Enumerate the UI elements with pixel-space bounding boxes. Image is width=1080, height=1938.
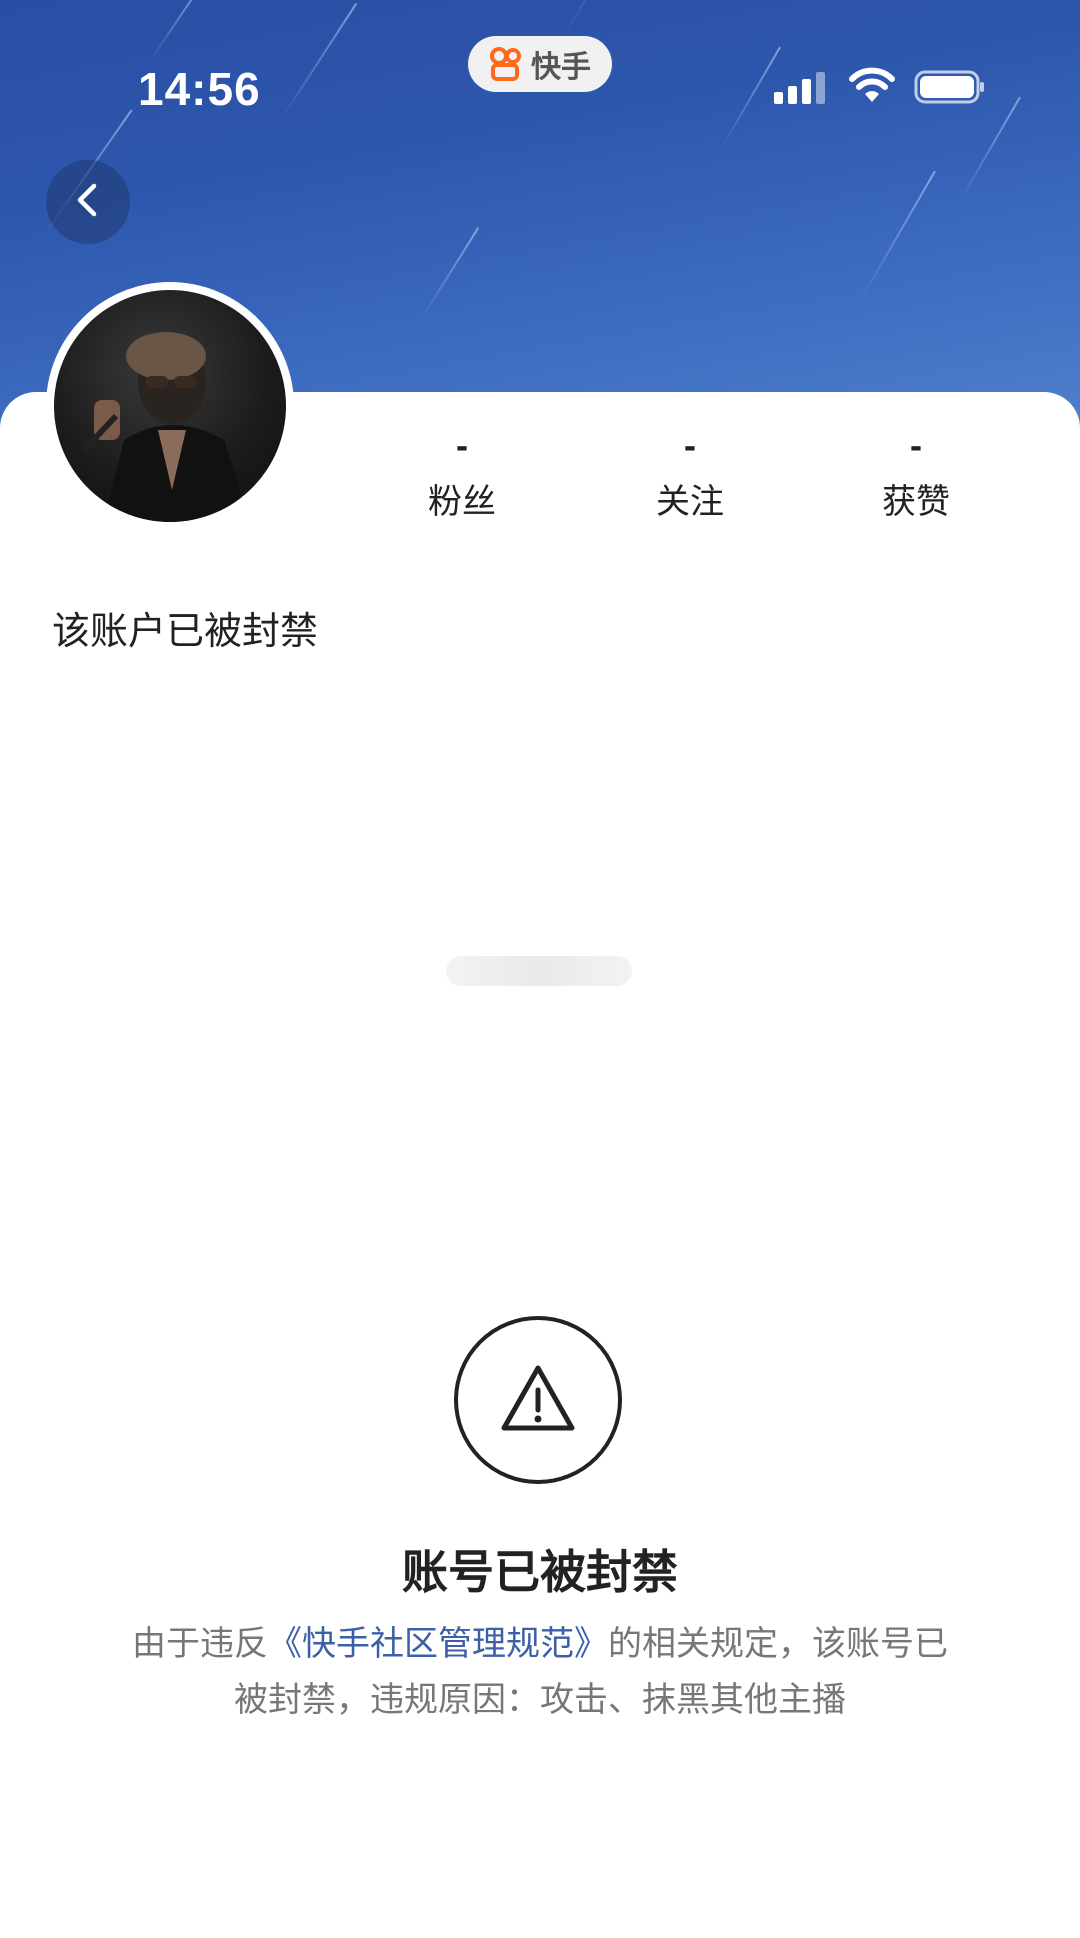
community-rules-link[interactable]: 《快手社区管理规范》 — [268, 1624, 608, 1664]
account-status-note: 该账户已被封禁 — [52, 609, 319, 653]
app-indicator-pill[interactable]: 快手 — [468, 36, 612, 92]
wifi-icon — [848, 66, 896, 108]
warning-badge — [454, 1316, 622, 1484]
chevron-left-icon — [68, 180, 108, 224]
status-time: 14:56 — [138, 63, 261, 115]
avatar[interactable] — [46, 282, 294, 530]
stat-value: - — [909, 430, 923, 465]
stat-likes[interactable]: - 获赞 — [846, 430, 986, 524]
avatar-photo — [54, 290, 286, 522]
kuaishou-logo-icon — [489, 47, 523, 81]
stat-label: 关注 — [656, 482, 724, 522]
ban-description: 由于违反《快手社区管理规范》的相关规定，该账号已被封禁，违规原因：攻击、抹黑其他… — [120, 1616, 960, 1728]
stat-value: - — [683, 430, 697, 465]
battery-icon — [914, 70, 986, 108]
ban-desc-prefix: 由于违反 — [132, 1624, 268, 1664]
back-button[interactable] — [46, 160, 130, 244]
stat-label: 粉丝 — [428, 482, 496, 522]
stat-fans[interactable]: - 粉丝 — [392, 430, 532, 524]
ban-title: 账号已被封禁 — [402, 1545, 678, 1599]
loading-placeholder — [446, 956, 632, 986]
warning-triangle-icon — [498, 1362, 578, 1438]
app-name: 快手 — [531, 50, 591, 85]
cellular-signal-icon — [774, 68, 830, 104]
stat-following[interactable]: - 关注 — [620, 430, 760, 524]
status-bar: 14:56 快手 — [0, 0, 1080, 170]
stat-label: 获赞 — [882, 482, 950, 522]
stat-value: - — [455, 430, 469, 465]
